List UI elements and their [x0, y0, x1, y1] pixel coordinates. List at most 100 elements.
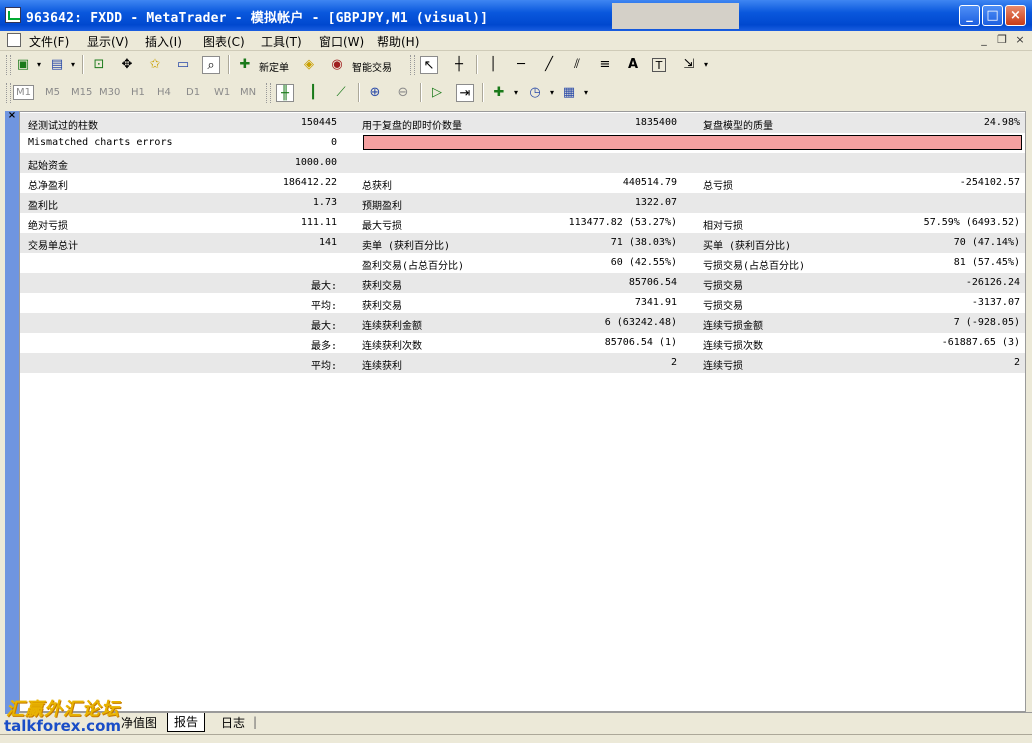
trendline-icon[interactable]: ╱ [540, 56, 558, 74]
value-col2: 2 [670, 357, 677, 368]
value-col3: 2 [1013, 357, 1020, 368]
equidistant-channel-icon[interactable]: ⫽ [568, 56, 586, 74]
value-col3: 7 (-928.05) [953, 317, 1020, 328]
line-chart-icon[interactable]: ⟋ [332, 84, 350, 102]
window-title: 963642: FXDD - MetaTrader - 模拟帐户 - [GBPJ… [26, 11, 489, 26]
label-col3: 亏损交易 [703, 301, 743, 312]
templates-icon[interactable]: ▦ [560, 84, 578, 102]
dropdown-arrow-icon[interactable]: ▾ [577, 84, 595, 102]
menu-tools[interactable]: 工具(T) [261, 33, 302, 50]
favorites-icon[interactable]: ✩ [146, 56, 164, 74]
mdi-close-button[interactable]: × [1013, 33, 1027, 47]
market-watch-icon[interactable]: ⊡ [90, 56, 108, 74]
label-col3: 连续亏损金额 [703, 321, 763, 332]
tab-report[interactable]: 报告 [167, 713, 206, 732]
toolbar-grip[interactable] [6, 83, 11, 103]
horizontal-line-icon[interactable]: ─ [512, 56, 530, 74]
fibonacci-icon[interactable]: ≡ [596, 56, 614, 74]
toolbar-grip[interactable] [6, 55, 11, 75]
right-edge [1026, 111, 1032, 712]
document-icon[interactable] [7, 33, 21, 47]
label-col1: 总净盈利 [28, 181, 68, 192]
chart-shift-icon[interactable]: ⇥ [456, 84, 474, 102]
bar-chart-icon[interactable]: ╫ [276, 84, 294, 102]
navigator-icon[interactable]: ✥ [118, 56, 136, 74]
timeframe-mn[interactable]: MN [240, 87, 256, 98]
app-icon[interactable] [5, 7, 21, 23]
toolbar-grip[interactable] [266, 83, 271, 103]
close-button[interactable]: × [1005, 5, 1026, 26]
maximize-button[interactable]: □ [982, 5, 1003, 26]
zoom-out-icon[interactable]: ⊖ [394, 84, 412, 102]
minimize-button[interactable]: _ [959, 5, 980, 26]
label-col3: 总亏损 [703, 181, 733, 192]
terminal-icon[interactable]: ▭ [174, 56, 192, 74]
zoom-in-icon[interactable]: ⊕ [366, 84, 384, 102]
close-panel-icon[interactable]: × [6, 110, 18, 122]
tab-journal[interactable]: 日志 [215, 714, 251, 732]
toolbar-separator [82, 55, 84, 74]
label-col3: 相对亏损 [703, 221, 743, 232]
candlestick-icon[interactable]: ┃ [304, 84, 322, 102]
expert-advisors-icon[interactable]: ◉ [328, 56, 346, 74]
vertical-line-icon[interactable]: │ [484, 56, 502, 74]
timeframe-m15[interactable]: M15 [71, 87, 92, 98]
value-col2: 1322.07 [634, 197, 677, 208]
menu-help[interactable]: 帮助(H) [377, 33, 419, 50]
value-col1: 111.11 [300, 217, 337, 228]
timeframe-d1[interactable]: D1 [186, 87, 200, 98]
title-bar[interactable]: 963642: FXDD - MetaTrader - 模拟帐户 - [GBPJ… [0, 0, 1032, 31]
label-col2: 获利交易 [362, 301, 402, 312]
dropdown-arrow-icon[interactable]: ▾ [697, 56, 715, 74]
mdi-minimize-button[interactable]: _ [977, 33, 991, 47]
periods-clock-icon[interactable]: ◷ [526, 84, 544, 102]
auto-scroll-icon[interactable]: ▷ [428, 84, 446, 102]
dropdown-arrow-icon[interactable]: ▾ [30, 56, 48, 74]
value-col3: -3137.07 [971, 297, 1020, 308]
menu-file[interactable]: 文件(F) [29, 33, 69, 50]
value-col1: 1000.00 [294, 157, 337, 168]
table-row: 最大: 连续获利金额 6 (63242.48) 连续亏损金额 7 (-928.05) [20, 313, 1025, 333]
timeframe-h4[interactable]: H4 [157, 87, 171, 98]
text-tool-icon[interactable]: A [624, 56, 642, 74]
timeframe-w1[interactable]: W1 [214, 87, 230, 98]
menu-charts[interactable]: 图表(C) [203, 33, 245, 50]
new-order-button[interactable]: 新定单 [259, 59, 289, 74]
tester-tabs: 净值图 报告 日志 | [19, 712, 1032, 735]
periods-toolbar: M1 M5 M15 M30 H1 H4 D1 W1 MN ╫ ┃ ⟋ ⊕ ⊖ ▷… [0, 79, 1032, 106]
text-label-tool-icon[interactable]: T [652, 58, 666, 72]
label-col3: 连续亏损次数 [703, 341, 763, 352]
dropdown-arrow-icon[interactable]: ▾ [543, 84, 561, 102]
expert-advisors-button[interactable]: 智能交易 [352, 59, 392, 74]
arrows-icon[interactable]: ⇲ [680, 56, 698, 74]
menu-window[interactable]: 窗口(W) [319, 33, 364, 50]
timeframe-m30[interactable]: M30 [99, 87, 120, 98]
label-col2: 预期盈利 [362, 201, 402, 212]
label-col1: 绝对亏损 [28, 221, 68, 232]
value-col3: 81 (57.45%) [953, 257, 1020, 268]
new-order-icon[interactable]: ✚ [236, 56, 254, 74]
toolbar-grip[interactable] [410, 55, 415, 75]
cursor-icon[interactable]: ↖ [420, 56, 438, 74]
value-col2: 113477.82 (53.27%) [568, 217, 677, 228]
metaeditor-icon[interactable]: ◈ [300, 56, 318, 74]
toolbar-separator [358, 83, 360, 102]
strategy-tester-icon[interactable]: ⌕ [202, 56, 220, 74]
mdi-restore-button[interactable]: ❐ [995, 33, 1009, 47]
menu-view[interactable]: 显示(V) [87, 33, 129, 50]
timeframe-m5[interactable]: M5 [45, 87, 60, 98]
dropdown-arrow-icon[interactable]: ▾ [64, 56, 82, 74]
crosshair-icon[interactable]: ┼ [450, 56, 468, 74]
timeframe-m1[interactable]: M1 [13, 85, 34, 100]
timeframe-h1[interactable]: H1 [131, 87, 145, 98]
label-col3: 亏损交易 [703, 281, 743, 292]
table-row: 绝对亏损 111.11 最大亏损 113477.82 (53.27%) 相对亏损 57.5… [20, 213, 1025, 233]
indicators-icon[interactable]: ✚ [490, 84, 508, 102]
dropdown-arrow-icon[interactable]: ▾ [507, 84, 525, 102]
value-col1: 平均: [310, 361, 337, 372]
menu-bar: 文件(F) 显示(V) 插入(I) 图表(C) 工具(T) 窗口(W) 帮助(H… [0, 31, 1032, 51]
menu-insert[interactable]: 插入(I) [145, 33, 182, 50]
value-col1: 最多: [310, 341, 337, 352]
label-col2: 盈利交易(占总百分比) [362, 261, 465, 272]
table-row: 交易单总计 141 卖单 (获利百分比) 71 (38.03%) 买单 (获利百分比) 7… [20, 233, 1025, 253]
